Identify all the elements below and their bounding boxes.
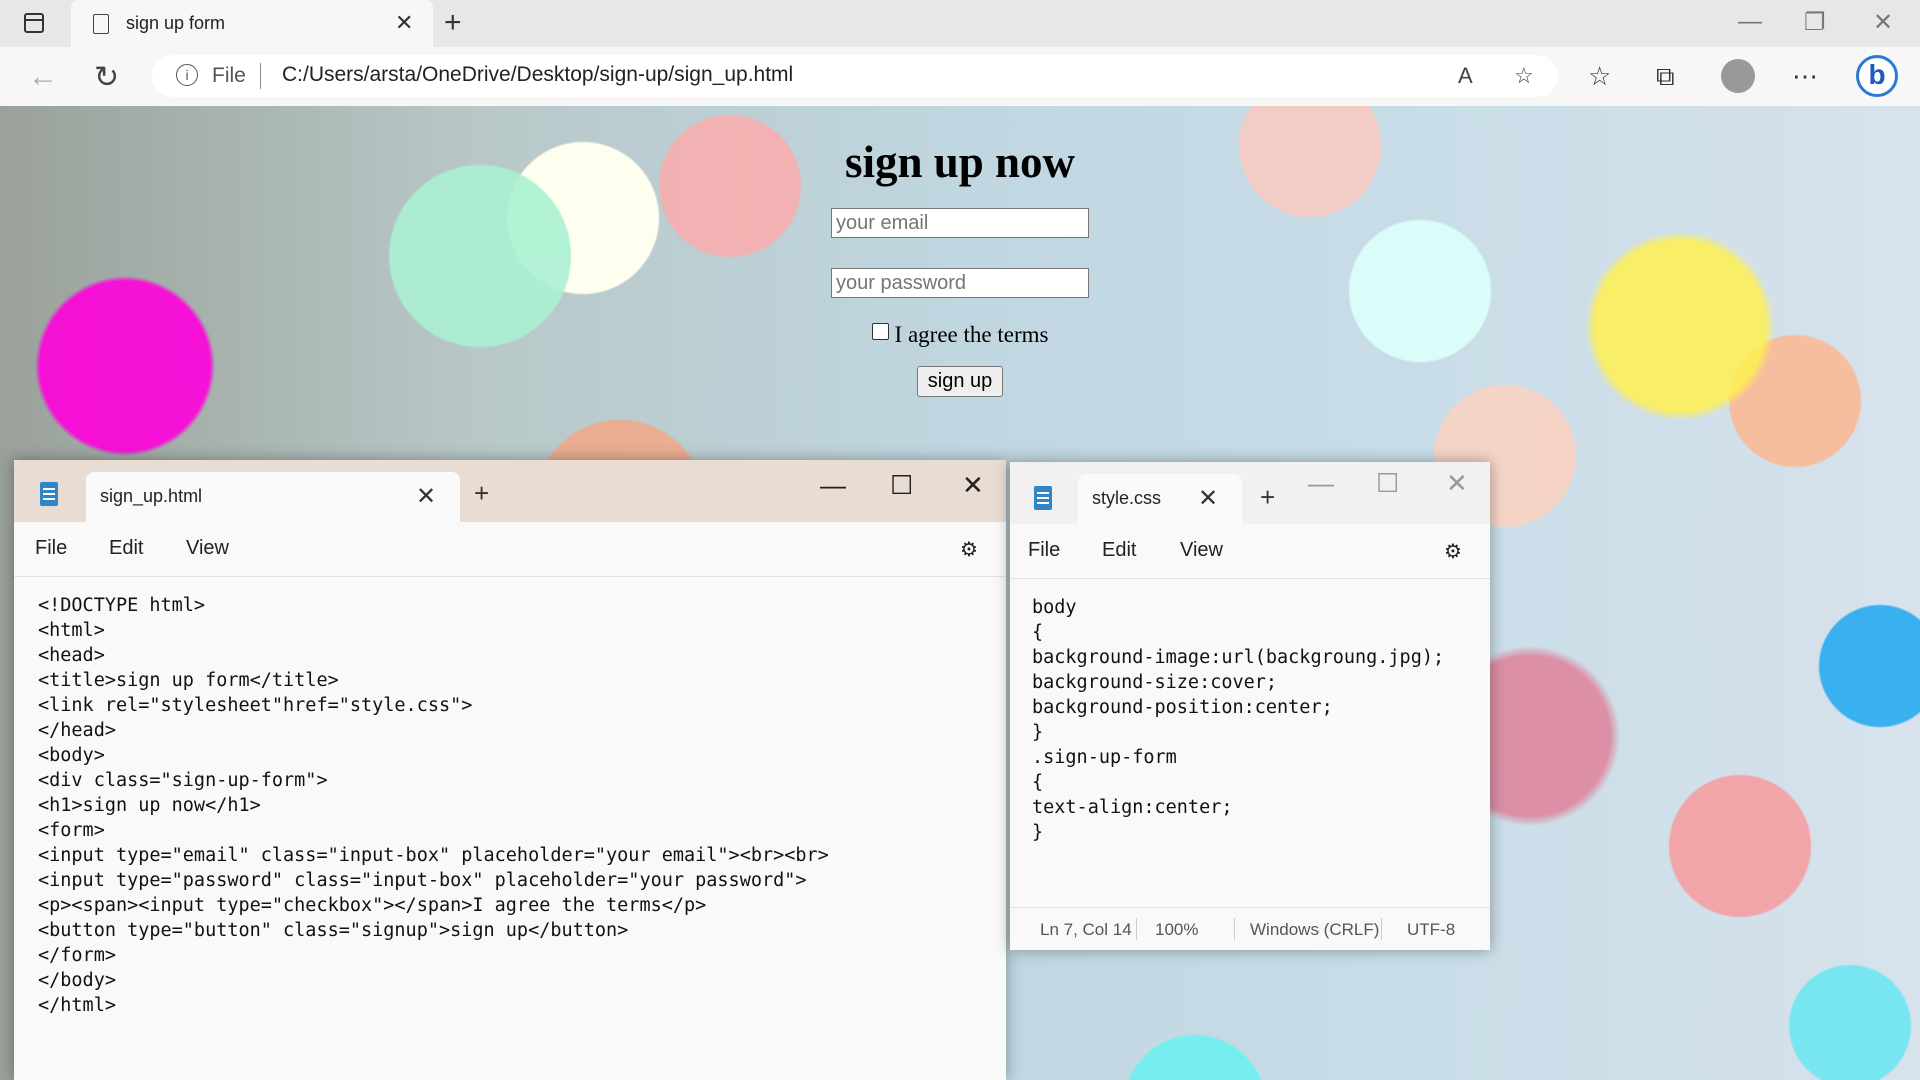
notepad-title-bar: sign_up.html ✕ + — ☐ ✕ [14, 460, 1006, 522]
settings-gear-icon[interactable]: ⚙ [1444, 539, 1462, 564]
address-divider [260, 63, 261, 89]
menu-view[interactable]: View [186, 537, 229, 560]
password-input[interactable] [831, 268, 1089, 298]
browser-tab-active[interactable]: sign up form ✕ [71, 0, 433, 47]
email-input[interactable] [831, 208, 1089, 238]
browser-tab-strip: sign up form ✕ + — ❐ ✕ [0, 0, 1920, 47]
notepad-editor-text[interactable]: body { background-image:url(backgroung.j… [1032, 595, 1444, 845]
address-bar[interactable]: i File C:/Users/arsta/OneDrive/Desktop/s… [152, 55, 1558, 97]
restore-window-icon[interactable]: ❐ [1804, 8, 1826, 37]
close-tab-icon[interactable]: ✕ [1198, 484, 1218, 513]
agree-terms-label: I agree the terms [894, 322, 1049, 347]
notepad-menu-bar: File Edit View ⚙ [14, 522, 1006, 577]
zoom-level: 100% [1155, 920, 1199, 939]
line-ending: Windows (CRLF) [1250, 920, 1380, 939]
minimize-window-icon[interactable]: — [820, 470, 846, 501]
new-tab-button[interactable]: + [1260, 482, 1275, 513]
status-divider [1136, 918, 1137, 940]
bing-chat-icon[interactable]: b [1856, 55, 1898, 97]
settings-gear-icon[interactable]: ⚙ [960, 537, 978, 562]
profile-avatar[interactable] [1721, 59, 1755, 93]
notepad-menu-bar: File Edit View ⚙ [1010, 524, 1490, 579]
menu-view[interactable]: View [1180, 539, 1223, 562]
refresh-icon[interactable]: ↻ [94, 60, 119, 95]
encoding: UTF-8 [1407, 920, 1456, 939]
close-window-icon[interactable]: ✕ [1873, 8, 1893, 37]
notepad-tab-title: style.css [1092, 488, 1162, 508]
status-divider [1234, 918, 1235, 940]
sign-up-form: sign up now I agree the terms sign up [0, 106, 1920, 397]
notepad-window-html: sign_up.html ✕ + — ☐ ✕ File Edit View ⚙ … [14, 460, 1006, 1080]
notepad-tab-css[interactable]: style.css ✕ [1078, 474, 1242, 524]
browser-tab-title: sign up form [126, 13, 226, 33]
notepad-editor-text[interactable]: <!DOCTYPE html> <html> <head> <title>sig… [38, 593, 829, 1018]
maximize-window-icon[interactable]: ☐ [890, 470, 913, 501]
notepad-window-css: style.css ✕ + — ☐ ✕ File Edit View ⚙ bod… [1010, 462, 1490, 950]
agree-terms-checkbox[interactable] [871, 323, 889, 340]
read-aloud-icon[interactable]: A [1458, 63, 1473, 89]
close-tab-icon[interactable]: ✕ [395, 10, 413, 36]
back-arrow-icon[interactable]: ← [28, 60, 58, 94]
new-tab-button[interactable]: + [444, 6, 462, 40]
close-tab-icon[interactable]: ✕ [416, 482, 436, 511]
minimize-window-icon[interactable]: — [1308, 468, 1334, 499]
cursor-position: Ln 7, Col 14 [1040, 920, 1132, 939]
more-options-icon[interactable]: ⋯ [1792, 61, 1818, 92]
info-icon[interactable]: i [176, 64, 198, 86]
collections-icon[interactable]: ⧉ [1656, 61, 1675, 93]
url-text[interactable]: C:/Users/arsta/OneDrive/Desktop/sign-up/… [282, 63, 793, 87]
page-heading: sign up now [844, 137, 1076, 187]
menu-edit[interactable]: Edit [109, 537, 143, 560]
minimize-window-icon[interactable]: — [1738, 8, 1762, 36]
favorites-icon[interactable]: ☆ [1588, 61, 1611, 92]
agree-terms-row: I agree the terms [0, 322, 1920, 348]
notepad-tab-html[interactable]: sign_up.html ✕ [86, 472, 460, 522]
notepad-icon [40, 482, 58, 506]
document-icon [93, 14, 109, 34]
menu-file[interactable]: File [35, 537, 67, 560]
notepad-icon [1034, 486, 1052, 510]
notepad-title-bar: style.css ✕ + — ☐ ✕ [1010, 462, 1490, 524]
new-tab-button[interactable]: + [474, 478, 489, 509]
add-favorite-icon[interactable]: ☆ [1514, 63, 1534, 89]
sign-up-button[interactable]: sign up [916, 366, 1004, 397]
sidebar-toggle-icon[interactable] [24, 13, 44, 33]
maximize-window-icon[interactable]: ☐ [1376, 468, 1399, 499]
browser-toolbar: ← ↻ i File C:/Users/arsta/OneDrive/Deskt… [0, 47, 1920, 107]
notepad-status-bar: Ln 7, Col 14 100% Windows (CRLF) UTF-8 [1010, 907, 1490, 950]
close-window-icon[interactable]: ✕ [1446, 468, 1468, 499]
menu-edit[interactable]: Edit [1102, 539, 1136, 562]
menu-file[interactable]: File [1028, 539, 1060, 562]
close-window-icon[interactable]: ✕ [962, 470, 984, 501]
address-scheme-label: File [212, 64, 246, 87]
status-divider [1381, 918, 1382, 940]
notepad-tab-title: sign_up.html [100, 486, 203, 506]
